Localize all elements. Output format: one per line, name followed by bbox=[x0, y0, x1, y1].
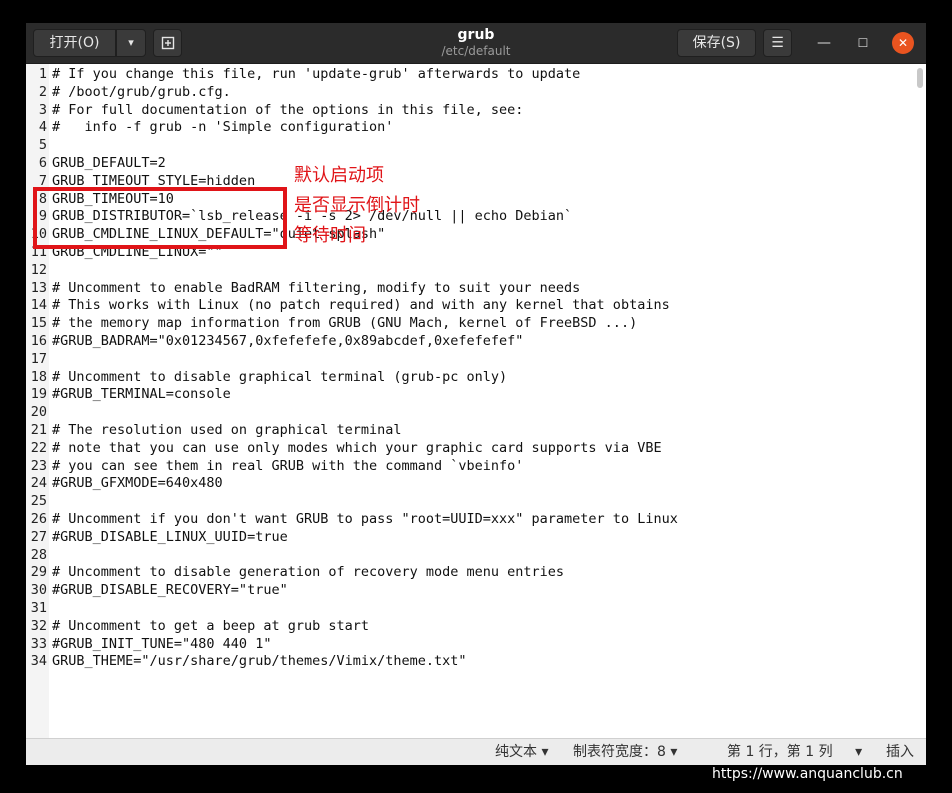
minimize-button[interactable]: — bbox=[813, 32, 835, 54]
scrollbar[interactable] bbox=[917, 68, 923, 88]
line-number: 12 bbox=[30, 261, 47, 278]
line-number: 27 bbox=[30, 528, 47, 545]
annotation-show-countdown: 是否显示倒计时 bbox=[294, 195, 420, 216]
line-number: 13 bbox=[30, 279, 47, 296]
watermark-text: https://www.anquanclub.cn bbox=[712, 766, 903, 782]
syntax-label: 纯文本 bbox=[495, 744, 537, 760]
tab-width-label: 制表符宽度：8 bbox=[573, 744, 666, 760]
code-line[interactable]: # /boot/grub/grub.cfg. bbox=[52, 83, 231, 101]
code-line[interactable]: # you can see them in real GRUB with the… bbox=[52, 457, 523, 475]
code-line[interactable]: #GRUB_DISABLE_RECOVERY="true" bbox=[52, 581, 288, 599]
line-number: 19 bbox=[30, 386, 47, 403]
open-dropdown-button[interactable]: ▾ bbox=[116, 29, 146, 57]
code-line[interactable]: #GRUB_GFXMODE=640x480 bbox=[52, 474, 223, 492]
line-number: 30 bbox=[30, 582, 47, 599]
close-icon: ✕ bbox=[897, 36, 909, 50]
line-number: 5 bbox=[38, 137, 47, 154]
code-line[interactable]: # Uncomment to disable graphical termina… bbox=[52, 368, 507, 386]
code-line[interactable]: # info -f grub -n 'Simple configuration' bbox=[52, 118, 393, 136]
code-line[interactable]: GRUB_DEFAULT=2 bbox=[52, 154, 166, 172]
text-editor[interactable]: 1 # If you change this file, run 'update-… bbox=[26, 64, 926, 738]
code-line[interactable]: # This works with Linux (no patch requir… bbox=[52, 296, 670, 314]
code-line[interactable]: GRUB_THEME="/usr/share/grub/themes/Vimix… bbox=[52, 652, 467, 670]
code-line[interactable]: # note that you can use only modes which… bbox=[52, 439, 662, 457]
code-line[interactable]: # the memory map information from GRUB (… bbox=[52, 314, 637, 332]
code-line[interactable]: # For full documentation of the options … bbox=[52, 101, 523, 119]
line-number: 21 bbox=[30, 422, 47, 438]
line-number: 23 bbox=[30, 457, 47, 474]
code-line[interactable]: #GRUB_DISABLE_LINUX_UUID=true bbox=[52, 528, 288, 546]
new-tab-icon bbox=[161, 36, 174, 50]
chevron-down-icon: ▾ bbox=[855, 744, 863, 760]
code-line[interactable]: # If you change this file, run 'update-g… bbox=[52, 65, 580, 83]
code-line[interactable]: # The resolution used on graphical termi… bbox=[52, 421, 402, 439]
line-number: 32 bbox=[30, 617, 47, 634]
code-line[interactable]: # Uncomment to get a beep at grub start bbox=[52, 617, 369, 635]
line-number: 16 bbox=[30, 333, 47, 349]
syntax-selector[interactable]: 纯文本 ▾ bbox=[495, 739, 548, 765]
line-number: 28 bbox=[30, 546, 47, 563]
cursor-position-label: 第 1 行，第 1 列 bbox=[727, 744, 833, 760]
code-line[interactable]: #GRUB_BADRAM="0x01234567,0xfefefefe,0x89… bbox=[52, 332, 523, 350]
line-number: 14 bbox=[30, 297, 47, 314]
chevron-down-icon: ▾ bbox=[670, 744, 678, 760]
code-line[interactable]: #GRUB_INIT_TUNE="480 440 1" bbox=[52, 635, 271, 653]
line-number: 17 bbox=[30, 350, 47, 367]
header-bar: 打开(O) ▾ grub /etc/default 保存(S) ☰ — ☐ ✕ bbox=[26, 23, 926, 64]
hamburger-icon: ☰ bbox=[771, 35, 784, 51]
line-number: 2 bbox=[38, 83, 47, 100]
line-number: 31 bbox=[30, 600, 47, 616]
annotation-highlight-box bbox=[33, 187, 287, 249]
chevron-down-icon: ▾ bbox=[541, 744, 549, 760]
gedit-window: 打开(O) ▾ grub /etc/default 保存(S) ☰ — ☐ ✕ bbox=[26, 23, 926, 765]
line-number: 29 bbox=[30, 564, 47, 581]
status-bar: 纯文本 ▾ 制表符宽度：8 ▾ 第 1 行，第 1 列 ▾ 插入 bbox=[26, 738, 926, 765]
line-number: 34 bbox=[30, 653, 47, 670]
save-button[interactable]: 保存(S) bbox=[677, 29, 756, 57]
minimize-icon: — bbox=[817, 35, 831, 51]
maximize-button[interactable]: ☐ bbox=[852, 32, 874, 54]
maximize-icon: ☐ bbox=[857, 36, 869, 50]
tab-width-selector[interactable]: 制表符宽度：8 ▾ bbox=[573, 739, 677, 765]
code-line[interactable]: # Uncomment if you don't want GRUB to pa… bbox=[52, 510, 678, 528]
line-number: 15 bbox=[30, 315, 47, 332]
line-number: 1 bbox=[38, 66, 47, 82]
line-number: 18 bbox=[30, 368, 47, 385]
line-number: 6 bbox=[38, 155, 47, 171]
hamburger-menu-button[interactable]: ☰ bbox=[763, 29, 792, 57]
code-line[interactable]: # Uncomment to enable BadRAM filtering, … bbox=[52, 279, 580, 297]
line-number: 22 bbox=[30, 439, 47, 456]
line-number: 4 bbox=[38, 119, 47, 136]
annotation-default-boot: 默认启动项 bbox=[294, 165, 384, 186]
close-button[interactable]: ✕ bbox=[892, 32, 914, 54]
line-number: 33 bbox=[30, 635, 47, 652]
line-number: 20 bbox=[30, 404, 47, 421]
line-number: 25 bbox=[30, 493, 47, 510]
code-line[interactable]: #GRUB_TERMINAL=console bbox=[52, 385, 231, 403]
open-button[interactable]: 打开(O) bbox=[33, 29, 116, 57]
insert-mode-label: 插入 bbox=[886, 744, 914, 760]
line-number: 24 bbox=[30, 475, 47, 492]
title-area: grub /etc/default bbox=[326, 26, 626, 59]
window-subtitle: /etc/default bbox=[441, 44, 511, 58]
new-tab-button[interactable] bbox=[153, 29, 182, 57]
cursor-position-selector[interactable]: 第 1 行，第 1 列 ▾ bbox=[727, 739, 862, 765]
line-number: 26 bbox=[30, 511, 47, 527]
annotation-wait-time: 等待时间 bbox=[294, 225, 366, 246]
code-line[interactable]: # Uncomment to disable generation of rec… bbox=[52, 563, 564, 581]
window-title: grub bbox=[457, 27, 495, 43]
line-number: 3 bbox=[38, 101, 47, 118]
